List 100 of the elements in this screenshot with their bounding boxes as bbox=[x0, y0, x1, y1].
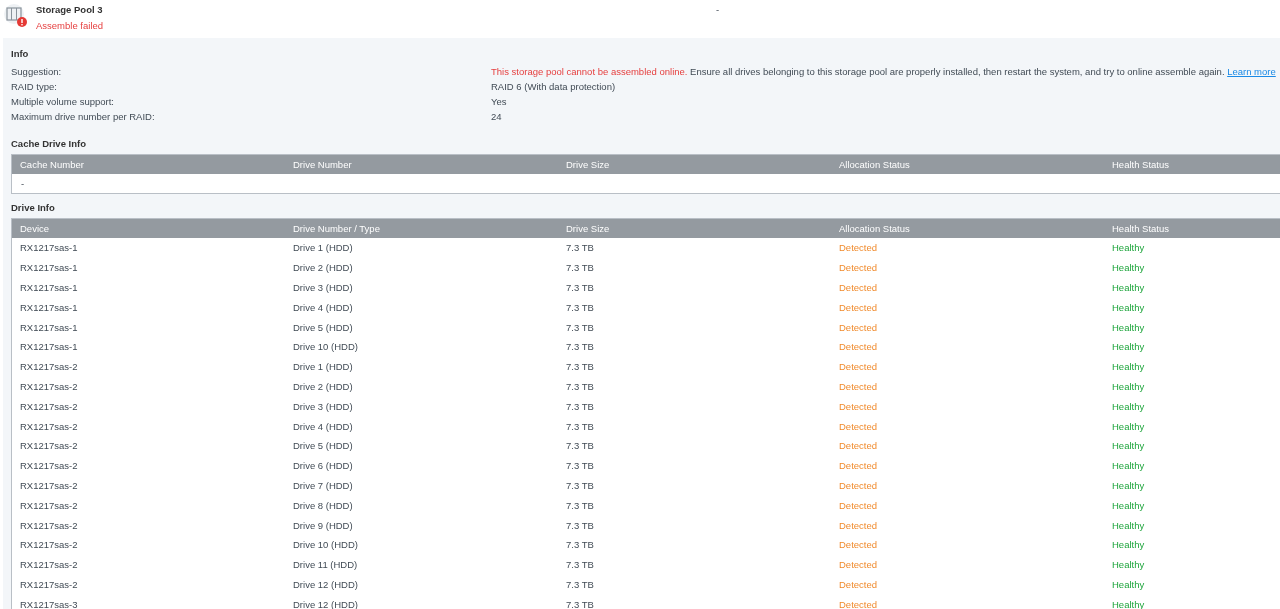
table-cell-text: Drive 4 (HDD) bbox=[293, 420, 354, 432]
table-cell-text: RX1217sas-2 bbox=[20, 539, 79, 551]
table-cell-text: Healthy bbox=[1112, 262, 1146, 274]
table-cell-text: 7.3 TB bbox=[566, 321, 595, 333]
table-cell-text: Drive 2 (HDD) bbox=[293, 380, 354, 392]
table-cell-text: RX1217sas-2 bbox=[20, 400, 79, 412]
table-cell-text: RX1217sas-3 bbox=[20, 598, 79, 609]
table-cell-text: 7.3 TB bbox=[566, 499, 595, 511]
table-cell-text: RX1217sas-1 bbox=[20, 301, 79, 313]
table-cell-text: Detected bbox=[839, 301, 879, 313]
table-cell-text: Detected bbox=[839, 380, 879, 392]
pool-status: Assemble failed bbox=[36, 20, 105, 31]
table-cell-text: RX1217sas-2 bbox=[20, 460, 79, 472]
table-cell-text: Healthy bbox=[1112, 242, 1146, 254]
table-cell-text: Healthy bbox=[1112, 499, 1146, 511]
table-cell-text: Drive 1 (HDD) bbox=[293, 361, 354, 373]
table-cell-text: Detected bbox=[839, 282, 879, 293]
table-cell-text: Drive 10 (HDD) bbox=[293, 341, 359, 353]
table-cell-text: Detected bbox=[839, 479, 879, 491]
table-cell-text: Drive 5 (HDD) bbox=[293, 440, 354, 452]
table-cell-text: Healthy bbox=[1112, 539, 1146, 551]
table-cell-text: Detected bbox=[839, 242, 879, 254]
pool-extra-value: - bbox=[716, 4, 720, 15]
table-cell-text: Detected bbox=[839, 361, 879, 373]
table-cell-text: - bbox=[20, 177, 26, 191]
table-cell-text: Drive 12 (HDD) bbox=[293, 598, 359, 609]
table-cell-text: Healthy bbox=[1112, 341, 1146, 353]
suggestion-text: This storage pool cannot be assembled online. Ensure all drives belonging to this storage pool are properly installed, then restart the system, and try to online assemble again. Learn more bbox=[491, 66, 1276, 77]
section-title: Drive Info bbox=[11, 202, 56, 213]
table-cell-text: Drive 3 (HDD) bbox=[293, 282, 354, 293]
learn-more-link[interactable]: Learn more bbox=[1227, 66, 1276, 77]
table-cell-text: Detected bbox=[839, 440, 879, 452]
table-cell-text: Healthy bbox=[1112, 578, 1146, 590]
table-cell-text: Detected bbox=[839, 499, 879, 511]
table-cell-text: RX1217sas-1 bbox=[20, 282, 79, 293]
storage-pool-icon bbox=[4, 4, 28, 28]
table-cell-text: 7.3 TB bbox=[566, 380, 595, 392]
column-header: Drive Size bbox=[566, 223, 611, 234]
table-cell-text: Detected bbox=[839, 578, 879, 590]
pool-name: Storage Pool 3 bbox=[36, 4, 104, 15]
table-cell-text: Healthy bbox=[1112, 460, 1146, 472]
table-cell-text: Drive 6 (HDD) bbox=[293, 460, 354, 472]
table-cell-text: RX1217sas-2 bbox=[20, 380, 79, 392]
column-header: Cache Number bbox=[20, 159, 85, 170]
table-cell-text: 7.3 TB bbox=[566, 341, 595, 353]
table-cell-text: Healthy bbox=[1112, 519, 1146, 531]
table-cell-text: 7.3 TB bbox=[566, 519, 595, 531]
column-header: Drive Number bbox=[293, 159, 353, 170]
table-cell-text: 7.3 TB bbox=[566, 559, 595, 571]
table-cell-text: RX1217sas-2 bbox=[20, 519, 79, 531]
table-cell-text: Drive 9 (HDD) bbox=[293, 519, 354, 531]
table-cell-text: 7.3 TB bbox=[566, 400, 595, 412]
info-value: 24 bbox=[491, 111, 502, 122]
table-cell-text: RX1217sas-2 bbox=[20, 499, 79, 511]
info-value: Yes bbox=[491, 96, 507, 107]
table-cell-text: RX1217sas-1 bbox=[20, 341, 79, 353]
table-cell-text: Healthy bbox=[1112, 380, 1146, 392]
column-header: Allocation Status bbox=[839, 223, 911, 234]
table-cell-text: Healthy bbox=[1112, 598, 1146, 609]
table-cell-text: RX1217sas-2 bbox=[20, 578, 79, 590]
column-header: Health Status bbox=[1112, 223, 1171, 234]
table-cell-text: 7.3 TB bbox=[566, 262, 595, 274]
info-label: Maximum drive number per RAID: bbox=[11, 111, 156, 122]
table-cell-text: Healthy bbox=[1112, 479, 1146, 491]
table-cell-text: 7.3 TB bbox=[566, 282, 595, 293]
table-cell-text: RX1217sas-2 bbox=[20, 479, 79, 491]
table-cell-text: Detected bbox=[839, 341, 879, 353]
section-title: Info bbox=[11, 48, 30, 59]
table-cell-text: Detected bbox=[839, 420, 879, 432]
table-cell-text: 7.3 TB bbox=[566, 440, 595, 452]
table-cell-text: RX1217sas-2 bbox=[20, 440, 79, 452]
table-cell-text: Healthy bbox=[1112, 559, 1146, 571]
table-cell-text: Drive 2 (HDD) bbox=[293, 262, 354, 274]
table-cell-text: Detected bbox=[839, 400, 879, 412]
table-cell-text: Drive 3 (HDD) bbox=[293, 400, 354, 412]
table-cell-text: Detected bbox=[839, 559, 879, 571]
table-cell-text: Healthy bbox=[1112, 361, 1146, 373]
column-header: Device bbox=[20, 223, 51, 234]
table-cell-text: Healthy bbox=[1112, 282, 1146, 293]
table-cell-text: Drive 5 (HDD) bbox=[293, 321, 354, 333]
table-cell-text: RX1217sas-2 bbox=[20, 361, 79, 373]
table-cell-text: RX1217sas-1 bbox=[20, 242, 79, 254]
table-cell-text: Healthy bbox=[1112, 440, 1146, 452]
column-header: Health Status bbox=[1112, 159, 1171, 170]
table-cell-text: RX1217sas-1 bbox=[20, 321, 79, 333]
table-cell-text: Drive 4 (HDD) bbox=[293, 301, 354, 313]
table-cell-text: RX1217sas-2 bbox=[20, 559, 79, 571]
table-cell-text: 7.3 TB bbox=[566, 361, 595, 373]
table-cell-text: Drive 12 (HDD) bbox=[293, 578, 359, 590]
table-cell-text: Healthy bbox=[1112, 420, 1146, 432]
section-title: Cache Drive Info bbox=[11, 138, 87, 149]
table-cell-text: Drive 10 (HDD) bbox=[293, 539, 359, 551]
table-cell-text: 7.3 TB bbox=[566, 301, 595, 313]
table-cell-text: RX1217sas-1 bbox=[20, 262, 79, 274]
table-cell-text: Detected bbox=[839, 598, 879, 609]
table-cell-text: Detected bbox=[839, 519, 879, 531]
table-cell-text: Healthy bbox=[1112, 321, 1146, 333]
column-header: Allocation Status bbox=[839, 159, 911, 170]
table-cell-text: 7.3 TB bbox=[566, 479, 595, 491]
table-cell-text: Detected bbox=[839, 321, 879, 333]
